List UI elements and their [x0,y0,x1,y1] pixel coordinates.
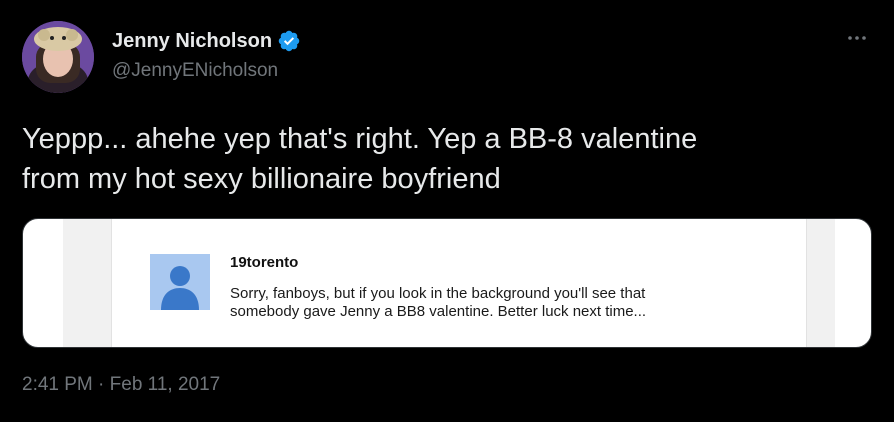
ellipsis-icon [848,36,866,40]
author-name-row[interactable]: Jenny Nicholson [112,29,301,53]
tweet-timestamp[interactable]: 2:41 PM · Feb 11, 2017 [22,374,220,396]
tweet-media-image[interactable]: 19torento Sorry, fanboys, but if you loo… [22,218,872,348]
avatar[interactable] [22,21,94,93]
more-options-button[interactable] [845,26,869,50]
author-display-name[interactable]: Jenny Nicholson [112,30,272,53]
profile-photo-icon [22,21,94,93]
comment-text: Sorry, fanboys, but if you look in the b… [230,285,647,320]
tweet-text: Yeppp... ahehe yep that's right. Yep a B… [22,123,698,195]
default-user-icon [150,254,210,310]
screenshot-side-panel-right [806,219,835,347]
comment-username: 19torento [230,254,299,271]
verified-badge-icon [278,30,300,52]
screenshot-side-panel-left [63,219,112,347]
author-handle[interactable]: @JennyENicholson [112,60,278,82]
